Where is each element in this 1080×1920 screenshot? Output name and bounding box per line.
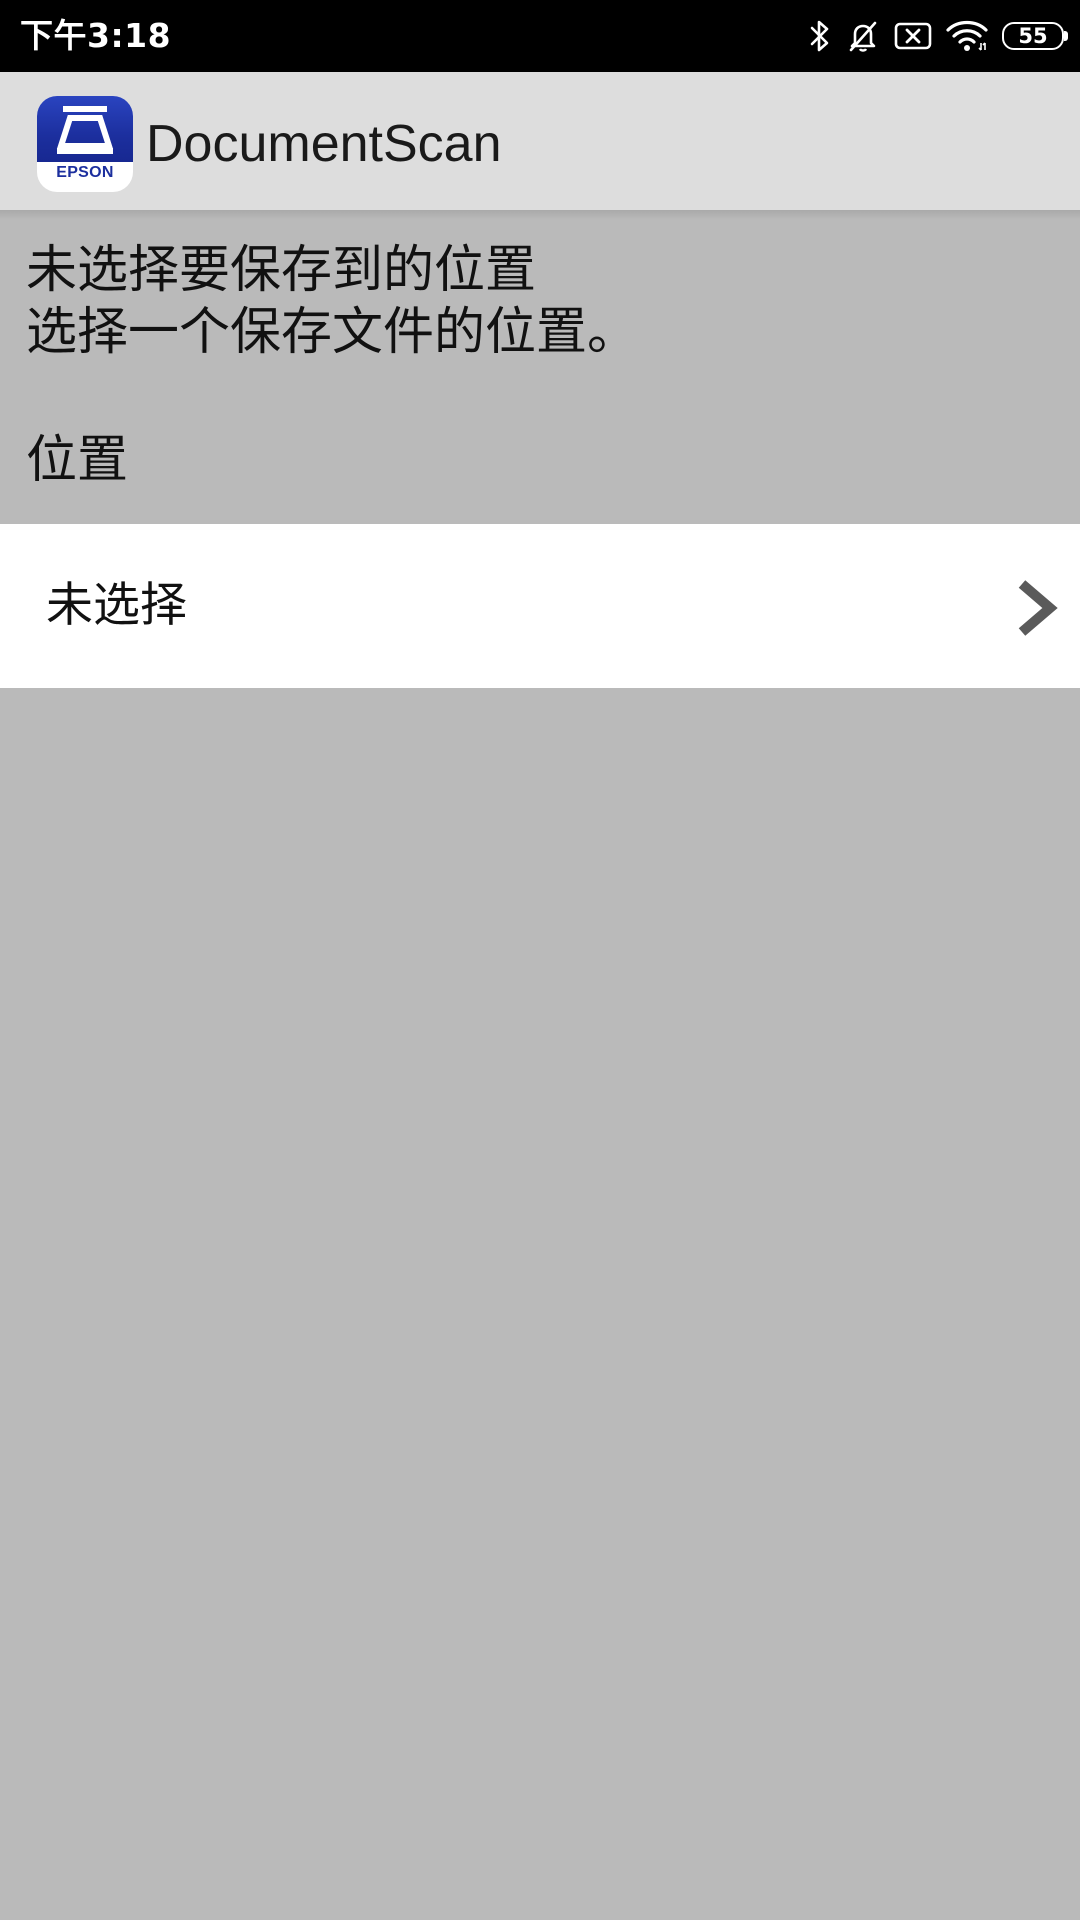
- logo-text: EPSON: [56, 164, 114, 181]
- app-title: DocumentScan: [146, 115, 502, 173]
- message-title: 未选择要保存到的位置: [26, 241, 537, 300]
- no-location-message: 未选择要保存到的位置 选择一个保存文件的位置。: [26, 240, 1056, 364]
- battery-level: 55: [1002, 22, 1064, 50]
- wifi-icon: [946, 19, 988, 53]
- status-time: 下午3:18: [20, 16, 172, 55]
- app-bar: EPSON DocumentScan: [0, 72, 1080, 210]
- battery-icon: 55: [1002, 22, 1068, 50]
- location-selector-row[interactable]: 未选择: [0, 524, 1080, 688]
- status-bar: 下午3:18 55: [0, 0, 1080, 72]
- message-description: 选择一个保存文件的位置。: [26, 303, 639, 362]
- notifications-off-icon: [846, 19, 880, 53]
- location-value: 未选择: [46, 578, 187, 633]
- epson-app-logo-icon: EPSON: [37, 96, 133, 192]
- bluetooth-icon: [808, 19, 832, 53]
- status-icons: 55: [808, 0, 1068, 72]
- no-sim-icon: [894, 21, 932, 51]
- location-section-label: 位置: [26, 431, 129, 490]
- chevron-right-icon: [1014, 580, 1060, 636]
- app-bar-shadow: [0, 210, 1080, 220]
